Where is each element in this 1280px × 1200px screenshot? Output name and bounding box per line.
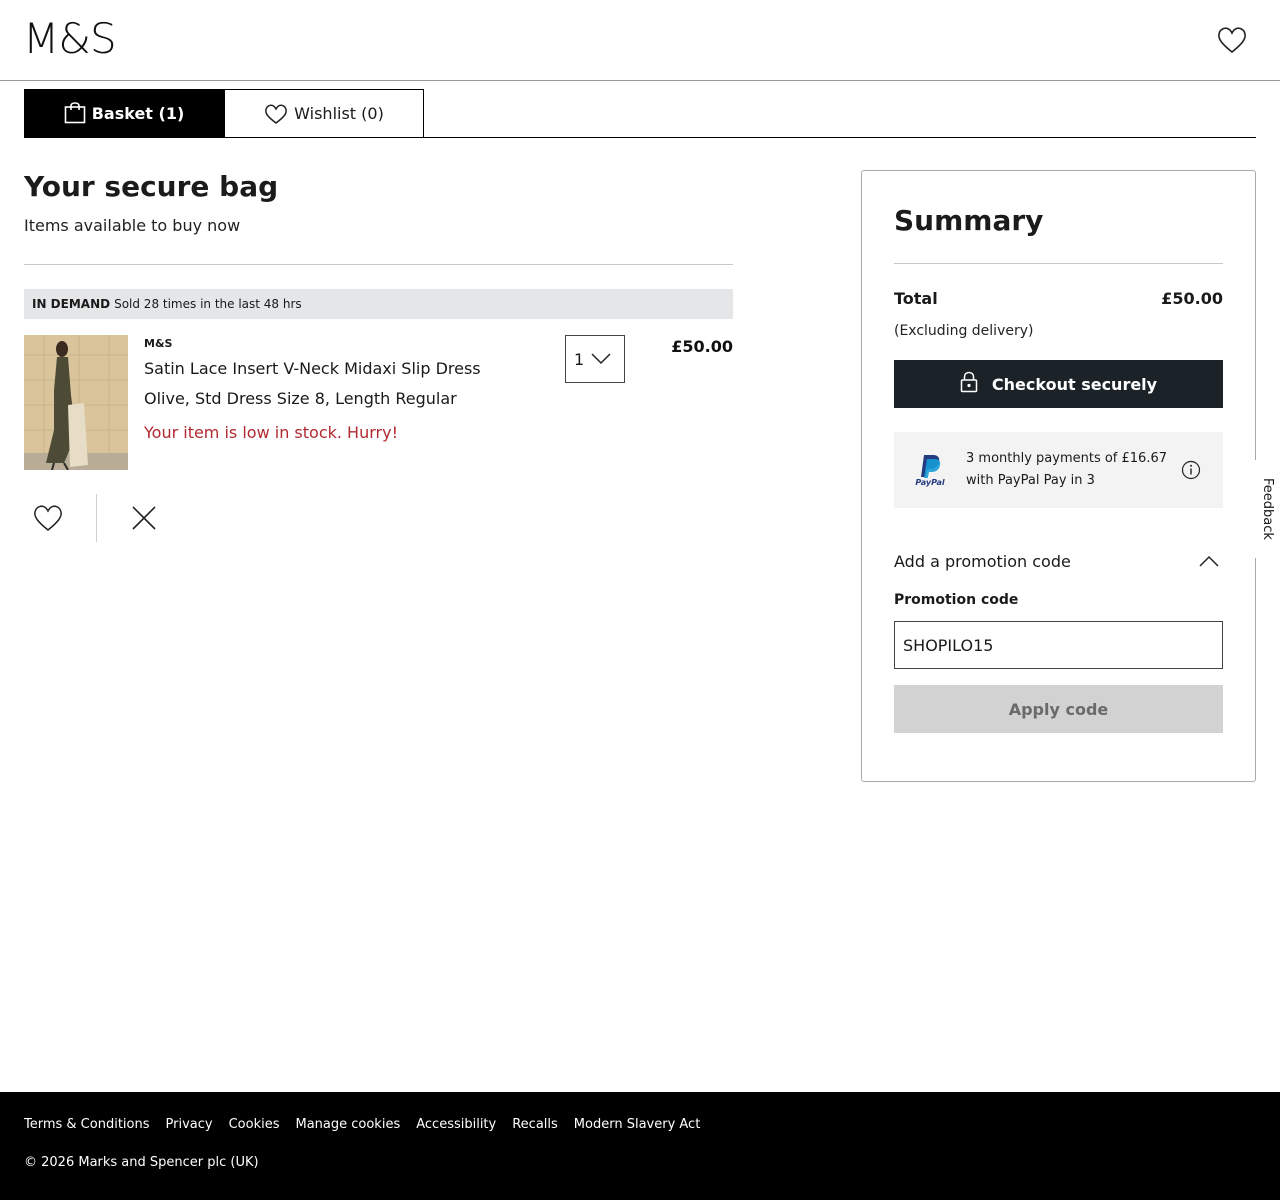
product-name[interactable]: Satin Lace Insert V-Neck Midaxi Slip Dre…	[144, 358, 481, 380]
paypal-text: 3 monthly payments of £16.67 with PayPal…	[966, 448, 1186, 492]
paypal-pay-in-3: PayPal 3 monthly payments of £16.67 with…	[894, 432, 1223, 508]
divider	[24, 264, 733, 265]
feedback-label: Feedback	[1260, 478, 1275, 540]
wishlist-heart-icon[interactable]	[1216, 25, 1248, 55]
tab-wishlist[interactable]: Wishlist (0)	[224, 89, 424, 137]
svg-text:PayPal: PayPal	[915, 478, 944, 487]
move-to-wishlist-heart-icon[interactable]	[32, 502, 64, 534]
in-demand-text: Sold 28 times in the last 48 hrs	[114, 297, 302, 311]
footer-link-manage-cookies[interactable]: Manage cookies	[295, 1117, 400, 1132]
promo-code-input[interactable]	[894, 621, 1223, 669]
copyright: © 2026 Marks and Spencer plc (UK)	[24, 1155, 259, 1170]
delivery-note: (Excluding delivery)	[894, 323, 1034, 339]
tab-wishlist-label: Wishlist (0)	[294, 104, 384, 123]
promo-code-label: Promotion code	[894, 592, 1019, 608]
tab-basket[interactable]: Basket (1)	[24, 89, 224, 137]
footer-link-terms[interactable]: Terms & Conditions	[24, 1117, 150, 1132]
total-label: Total	[894, 289, 938, 308]
bag-tabs: Basket (1) Wishlist (0)	[24, 89, 1256, 138]
footer-links: Terms & Conditions Privacy Cookies Manag…	[24, 1117, 700, 1132]
checkout-label: Checkout securely	[991, 374, 1158, 394]
remove-item-close-icon[interactable]	[130, 504, 158, 532]
product-image[interactable]	[24, 335, 128, 470]
tab-basket-label: Basket (1)	[91, 103, 185, 123]
footer-link-accessibility[interactable]: Accessibility	[416, 1117, 496, 1132]
order-summary: Summary Total £50.00 (Excluding delivery…	[861, 170, 1256, 782]
paypal-logo-icon: PayPal	[914, 453, 946, 487]
product-brand: M&S	[144, 337, 173, 350]
low-stock-message: Your item is low in stock. Hurry!	[144, 423, 398, 442]
shopping-bag-icon	[64, 102, 86, 124]
quantity-value: 1	[574, 349, 585, 369]
footer-link-modern-slavery[interactable]: Modern Slavery Act	[574, 1117, 701, 1132]
quantity-select[interactable]: 1	[565, 335, 625, 383]
heart-icon	[264, 103, 288, 125]
product-price: £50.00	[671, 337, 733, 356]
padlock-icon	[960, 371, 978, 397]
promo-toggle-label: Add a promotion code	[894, 551, 1071, 571]
info-icon[interactable]	[1181, 460, 1201, 480]
feedback-tab[interactable]: Feedback	[1255, 460, 1280, 558]
apply-code-button[interactable]: Apply code	[894, 685, 1223, 733]
item-actions	[24, 494, 184, 542]
site-footer: Terms & Conditions Privacy Cookies Manag…	[0, 1092, 1280, 1200]
page-title: Your secure bag	[24, 170, 279, 203]
checkout-button[interactable]: Checkout securely	[894, 360, 1223, 408]
divider	[96, 494, 97, 542]
divider	[894, 263, 1223, 264]
footer-link-recalls[interactable]: Recalls	[512, 1117, 558, 1132]
ms-logo[interactable]: M&S	[23, 14, 117, 64]
paypal-line-2: with PayPal Pay in 3	[966, 473, 1095, 488]
paypal-line-1: 3 monthly payments of £16.67	[966, 451, 1167, 466]
summary-title: Summary	[894, 204, 1044, 237]
footer-link-privacy[interactable]: Privacy	[166, 1117, 213, 1132]
product-variant: Olive, Std Dress Size 8, Length Regular	[144, 389, 457, 408]
in-demand-tag: IN DEMAND	[32, 297, 111, 311]
in-demand-banner: IN DEMAND Sold 28 times in the last 48 h…	[24, 289, 733, 319]
footer-link-cookies[interactable]: Cookies	[229, 1117, 280, 1132]
page-subtitle: Items available to buy now	[24, 216, 241, 235]
total-value: £50.00	[1161, 289, 1223, 308]
promo-code-toggle[interactable]: Add a promotion code	[894, 543, 1223, 579]
site-header: M&S	[0, 0, 1280, 81]
